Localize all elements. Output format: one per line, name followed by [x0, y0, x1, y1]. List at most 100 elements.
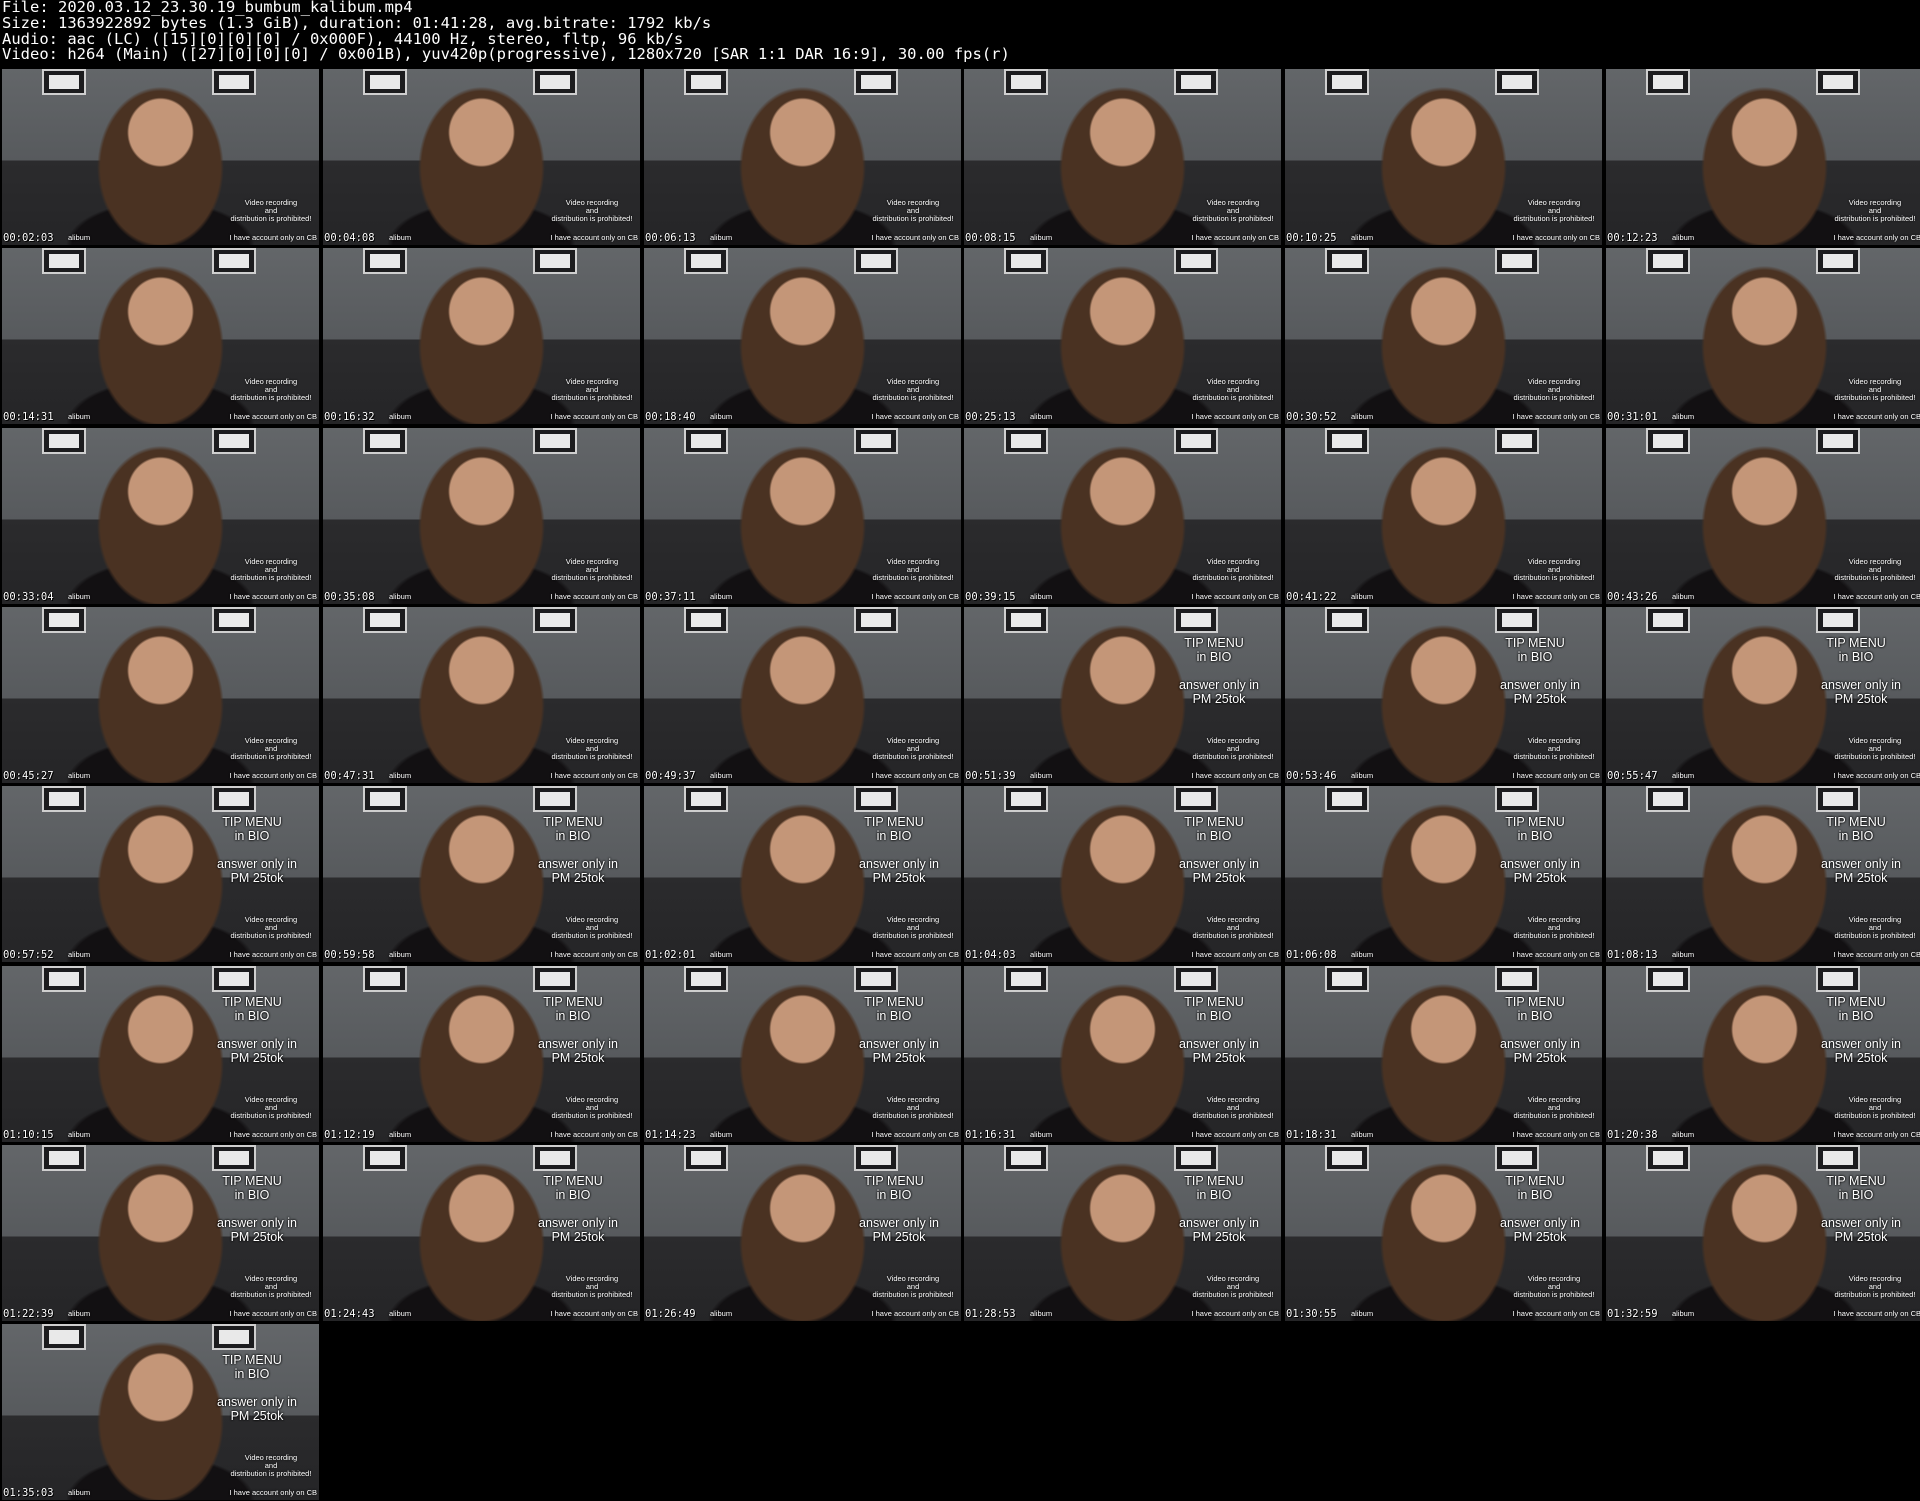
- tip-menu-overlay: TIP MENU in BIO: [839, 1174, 949, 1202]
- video-thumbnail: Video recording and distribution is prohib…: [1285, 428, 1602, 604]
- nickname-fragment: alibum: [1351, 412, 1374, 421]
- wall-picture-frame: [1816, 428, 1860, 454]
- wall-picture-frame: [1174, 69, 1218, 95]
- wall-picture-frame: [1325, 248, 1369, 274]
- video-thumbnail: Video recording and distribution is prohib…: [644, 428, 961, 604]
- warning-line3: distribution is prohibited!: [872, 1290, 954, 1299]
- thumbnail-timestamp: 00:04:08: [324, 232, 375, 244]
- tip-menu-line2: in BIO: [1838, 1008, 1874, 1023]
- tip-menu-overlay: TIP MENU in BIO: [197, 1174, 307, 1202]
- recording-warning: Video recording and distribution is prohib…: [546, 199, 638, 223]
- wall-picture-frame: [1646, 607, 1690, 633]
- wall-picture-frame: [212, 607, 256, 633]
- nickname-fragment: alibum: [1351, 950, 1374, 959]
- account-note: I have account only on CB: [1191, 233, 1279, 242]
- answer-line2: PM 25tok: [551, 1050, 605, 1065]
- thumbnail-timestamp: 00:37:11: [645, 591, 696, 603]
- nickname-fragment: alibum: [1351, 233, 1374, 242]
- warning-line3: distribution is prohibited!: [1192, 752, 1274, 761]
- tip-menu-overlay: TIP MENU in BIO: [1801, 636, 1911, 664]
- video-thumbnail: Video recording and distribution is prohib…: [1606, 428, 1920, 604]
- wall-picture-frame: [1325, 1145, 1369, 1171]
- wall-picture-frame: [212, 786, 256, 812]
- thumbnail-timestamp: 00:59:58: [324, 949, 375, 961]
- recording-warning: Video recording and distribution is prohib…: [867, 199, 959, 223]
- answer-overlay: answer only in PM 25tok: [1480, 857, 1600, 885]
- account-note: I have account only on CB: [871, 950, 959, 959]
- recording-warning: Video recording and distribution is prohib…: [546, 378, 638, 402]
- thumbnail-timestamp: 01:08:13: [1607, 949, 1658, 961]
- answer-overlay: answer only in PM 25tok: [1159, 857, 1279, 885]
- recording-warning: Video recording and distribution is prohib…: [225, 1275, 317, 1299]
- recording-warning: Video recording and distribution is prohib…: [225, 558, 317, 582]
- answer-line1: answer only in: [1179, 1216, 1259, 1230]
- warning-line3: distribution is prohibited!: [1834, 931, 1916, 940]
- nickname-fragment: alibum: [68, 412, 91, 421]
- warning-line3: distribution is prohibited!: [230, 1290, 312, 1299]
- video-thumbnail: TIP MENU in BIO answer only in PM 25tok Vide…: [2, 786, 319, 962]
- tip-menu-overlay: TIP MENU in BIO: [518, 1174, 628, 1202]
- video-info-line: Video: h264 (Main) ([27][0][0][0] / 0x00…: [2, 47, 1010, 64]
- recording-warning: Video recording and distribution is prohib…: [225, 378, 317, 402]
- recording-warning: Video recording and distribution is prohib…: [546, 737, 638, 761]
- answer-overlay: answer only in PM 25tok: [1159, 678, 1279, 706]
- warning-line3: distribution is prohibited!: [230, 1469, 312, 1478]
- tip-menu-line1: TIP MENU: [1826, 636, 1886, 650]
- audio-info-line: Audio: aac (LC) ([15][0][0][0] / 0x000F)…: [2, 31, 684, 48]
- thumbnail-timestamp: 00:41:22: [1286, 591, 1337, 603]
- wall-picture-frame: [684, 966, 728, 992]
- warning-line3: distribution is prohibited!: [551, 573, 633, 582]
- tip-menu-line2: in BIO: [1517, 1187, 1553, 1202]
- nickname-fragment: alibum: [710, 950, 733, 959]
- answer-line2: PM 25tok: [230, 1050, 284, 1065]
- video-thumbnail: Video recording and distribution is prohib…: [644, 69, 961, 245]
- thumbnail-timestamp: 00:16:32: [324, 411, 375, 423]
- answer-line2: PM 25tok: [872, 1229, 926, 1244]
- tip-menu-overlay: TIP MENU in BIO: [197, 1353, 307, 1381]
- answer-overlay: answer only in PM 25tok: [1480, 1037, 1600, 1065]
- account-note: I have account only on CB: [1512, 1309, 1600, 1318]
- video-thumbnail: Video recording and distribution is prohib…: [2, 248, 319, 424]
- wall-picture-frame: [42, 1145, 86, 1171]
- wall-picture-frame: [1646, 1145, 1690, 1171]
- recording-warning: Video recording and distribution is prohib…: [1187, 1275, 1279, 1299]
- tip-menu-line2: in BIO: [1517, 828, 1553, 843]
- thumbnail-timestamp: 00:43:26: [1607, 591, 1658, 603]
- answer-line2: PM 25tok: [1513, 1050, 1567, 1065]
- thumbnail-timestamp: 01:24:43: [324, 1308, 375, 1320]
- nickname-fragment: alibum: [1030, 771, 1053, 780]
- answer-line1: answer only in: [859, 857, 939, 871]
- wall-picture-frame: [1816, 69, 1860, 95]
- wall-picture-frame: [212, 966, 256, 992]
- recording-warning: Video recording and distribution is prohib…: [1829, 199, 1920, 223]
- wall-picture-frame: [1816, 786, 1860, 812]
- tip-menu-line2: in BIO: [555, 828, 591, 843]
- nickname-fragment: alibum: [1672, 950, 1695, 959]
- wall-picture-frame: [1004, 1145, 1048, 1171]
- video-thumbnail: Video recording and distribution is prohib…: [2, 607, 319, 783]
- wall-picture-frame: [1646, 428, 1690, 454]
- wall-picture-frame: [363, 966, 407, 992]
- tip-menu-line1: TIP MENU: [222, 1353, 282, 1367]
- video-thumbnail: Video recording and distribution is prohib…: [964, 248, 1281, 424]
- answer-line1: answer only in: [1179, 678, 1259, 692]
- answer-overlay: answer only in PM 25tok: [1801, 857, 1920, 885]
- wall-picture-frame: [1816, 248, 1860, 274]
- warning-line3: distribution is prohibited!: [1192, 1111, 1274, 1120]
- recording-warning: Video recording and distribution is prohib…: [1829, 558, 1920, 582]
- thumbnail-timestamp: 01:04:03: [965, 949, 1016, 961]
- recording-warning: Video recording and distribution is prohib…: [867, 378, 959, 402]
- account-note: I have account only on CB: [550, 1130, 638, 1139]
- nickname-fragment: alibum: [1672, 1309, 1695, 1318]
- wall-picture-frame: [42, 607, 86, 633]
- thumbnail-timestamp: 01:02:01: [645, 949, 696, 961]
- answer-line1: answer only in: [1179, 857, 1259, 871]
- thumbnail-timestamp: 01:10:15: [3, 1129, 54, 1141]
- wall-picture-frame: [363, 69, 407, 95]
- warning-line3: distribution is prohibited!: [1834, 573, 1916, 582]
- thumbnail-timestamp: 00:47:31: [324, 770, 375, 782]
- warning-line3: distribution is prohibited!: [1192, 573, 1274, 582]
- warning-line3: distribution is prohibited!: [872, 573, 954, 582]
- nickname-fragment: alibum: [1672, 771, 1695, 780]
- tip-menu-line1: TIP MENU: [1826, 1174, 1886, 1188]
